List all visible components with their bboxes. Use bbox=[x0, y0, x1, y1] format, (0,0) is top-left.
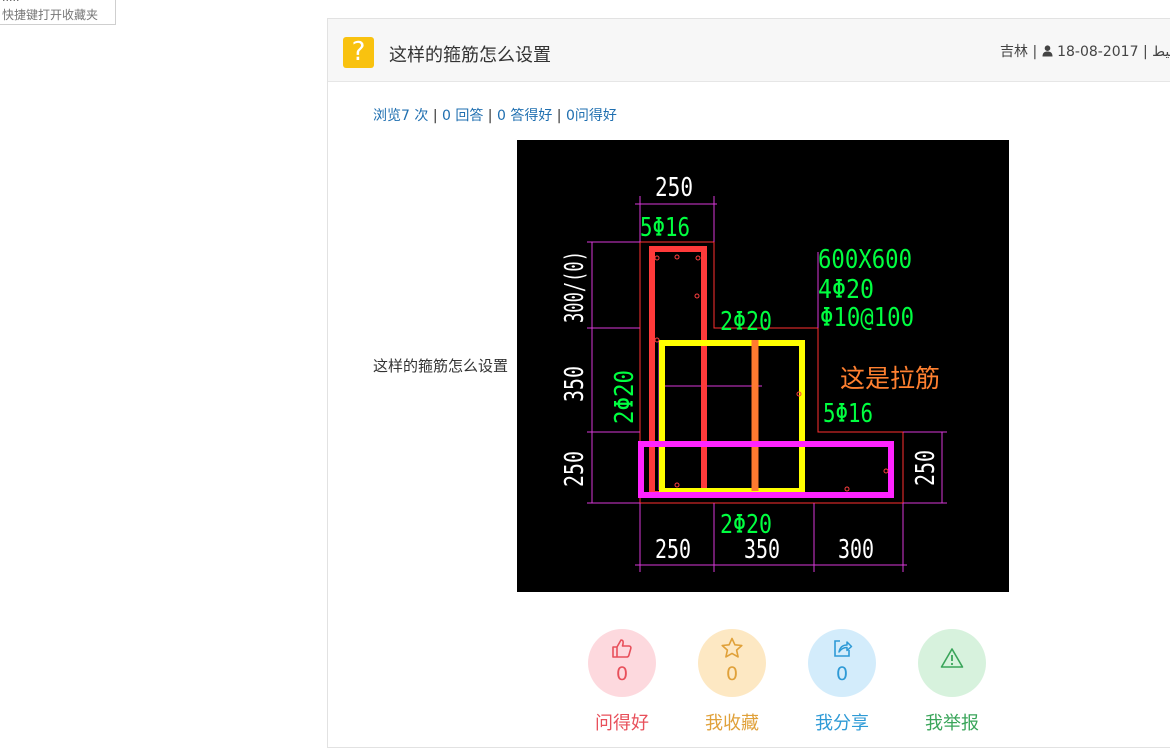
share-circle[interactable]: 0 bbox=[808, 629, 876, 697]
question-mark-icon: ? bbox=[343, 37, 374, 68]
question-panel: ? 这样的箍筋怎么设置 吉林 | سيط | 2017-08-18 浏览7 次 … bbox=[327, 18, 1170, 748]
favorite-count: 0 bbox=[725, 663, 739, 685]
question-meta: 吉林 | سيط | 2017-08-18 bbox=[1000, 41, 1170, 61]
share-count: 0 bbox=[835, 663, 849, 685]
report-button[interactable]: 我举报 bbox=[918, 629, 986, 735]
tooltip-text: 快捷键打开收藏夹 bbox=[2, 8, 99, 22]
like-circle[interactable]: 0 bbox=[588, 629, 656, 697]
column-size-label: 600X600 bbox=[818, 245, 912, 275]
rebar-top-label: 5Φ16 bbox=[640, 213, 690, 243]
bottom-dim-2: 350 bbox=[744, 535, 780, 565]
favorite-circle[interactable]: 0 bbox=[698, 629, 766, 697]
location-link[interactable]: 吉林 bbox=[1000, 44, 1028, 60]
question-title: 这样的箍筋怎么设置 bbox=[389, 45, 551, 66]
bottom-dim-1: 250 bbox=[655, 535, 691, 565]
left-dim-1: 300/(0) bbox=[560, 251, 590, 323]
star-icon bbox=[721, 637, 743, 658]
left-dim-2: 350 bbox=[560, 366, 590, 402]
thumbs-up-icon bbox=[612, 639, 632, 658]
favorite-label: 我收藏 bbox=[705, 713, 759, 734]
bottom-dim-3: 300 bbox=[838, 535, 874, 565]
right-dim-label: 250 bbox=[911, 450, 941, 486]
left-rebar-label: 2Φ20 bbox=[610, 370, 640, 424]
favorite-button[interactable]: 0 我收藏 bbox=[698, 629, 766, 735]
question-header: ? 这样的箍筋怎么设置 吉林 | سيط | 2017-08-18 bbox=[328, 19, 1170, 82]
tie-bar-annotation: 这是拉筋 bbox=[840, 364, 940, 393]
report-circle[interactable] bbox=[918, 629, 986, 697]
like-question-button[interactable]: 0 问得好 bbox=[588, 629, 656, 735]
like-count: 0 bbox=[615, 663, 629, 685]
warning-icon bbox=[940, 648, 964, 668]
user-icon bbox=[1042, 45, 1053, 57]
right-rebar-label: 5Φ16 bbox=[823, 399, 873, 429]
username-link[interactable]: سيط bbox=[1152, 44, 1170, 60]
share-label: 我分享 bbox=[815, 713, 869, 734]
good-questions-count[interactable]: 0问得好 bbox=[566, 108, 617, 124]
answers-count[interactable]: 0 回答 bbox=[442, 108, 483, 124]
like-label: 问得好 bbox=[595, 713, 649, 734]
share-button[interactable]: 0 我分享 bbox=[808, 629, 876, 735]
mid-rebar-label: 2Φ20 bbox=[720, 307, 772, 337]
views-count: 浏览7 次 bbox=[373, 108, 429, 124]
column-rebar-label-2: Φ10@100 bbox=[820, 303, 914, 333]
cad-drawing-image[interactable]: 250 5Φ16 600X600 4Φ20 Φ10@100 2Φ20 5Φ16 … bbox=[517, 140, 1009, 592]
column-rebar-label-1: 4Φ20 bbox=[818, 275, 874, 305]
question-date: 2017-08-18 bbox=[1057, 44, 1139, 60]
question-body-text: 这样的箍筋怎么设置 bbox=[373, 357, 509, 375]
dim-top-label: 250 bbox=[655, 173, 693, 203]
report-label: 我举报 bbox=[925, 713, 979, 734]
question-stats: 浏览7 次 | 0 回答 | 0 答得好 | 0问得好 bbox=[373, 108, 617, 124]
left-dim-3: 250 bbox=[560, 451, 590, 487]
good-answers-count[interactable]: 0 答得好 bbox=[497, 108, 552, 124]
share-icon bbox=[834, 640, 853, 657]
favorites-tooltip: ····· 快捷键打开收藏夹 bbox=[0, 0, 116, 25]
